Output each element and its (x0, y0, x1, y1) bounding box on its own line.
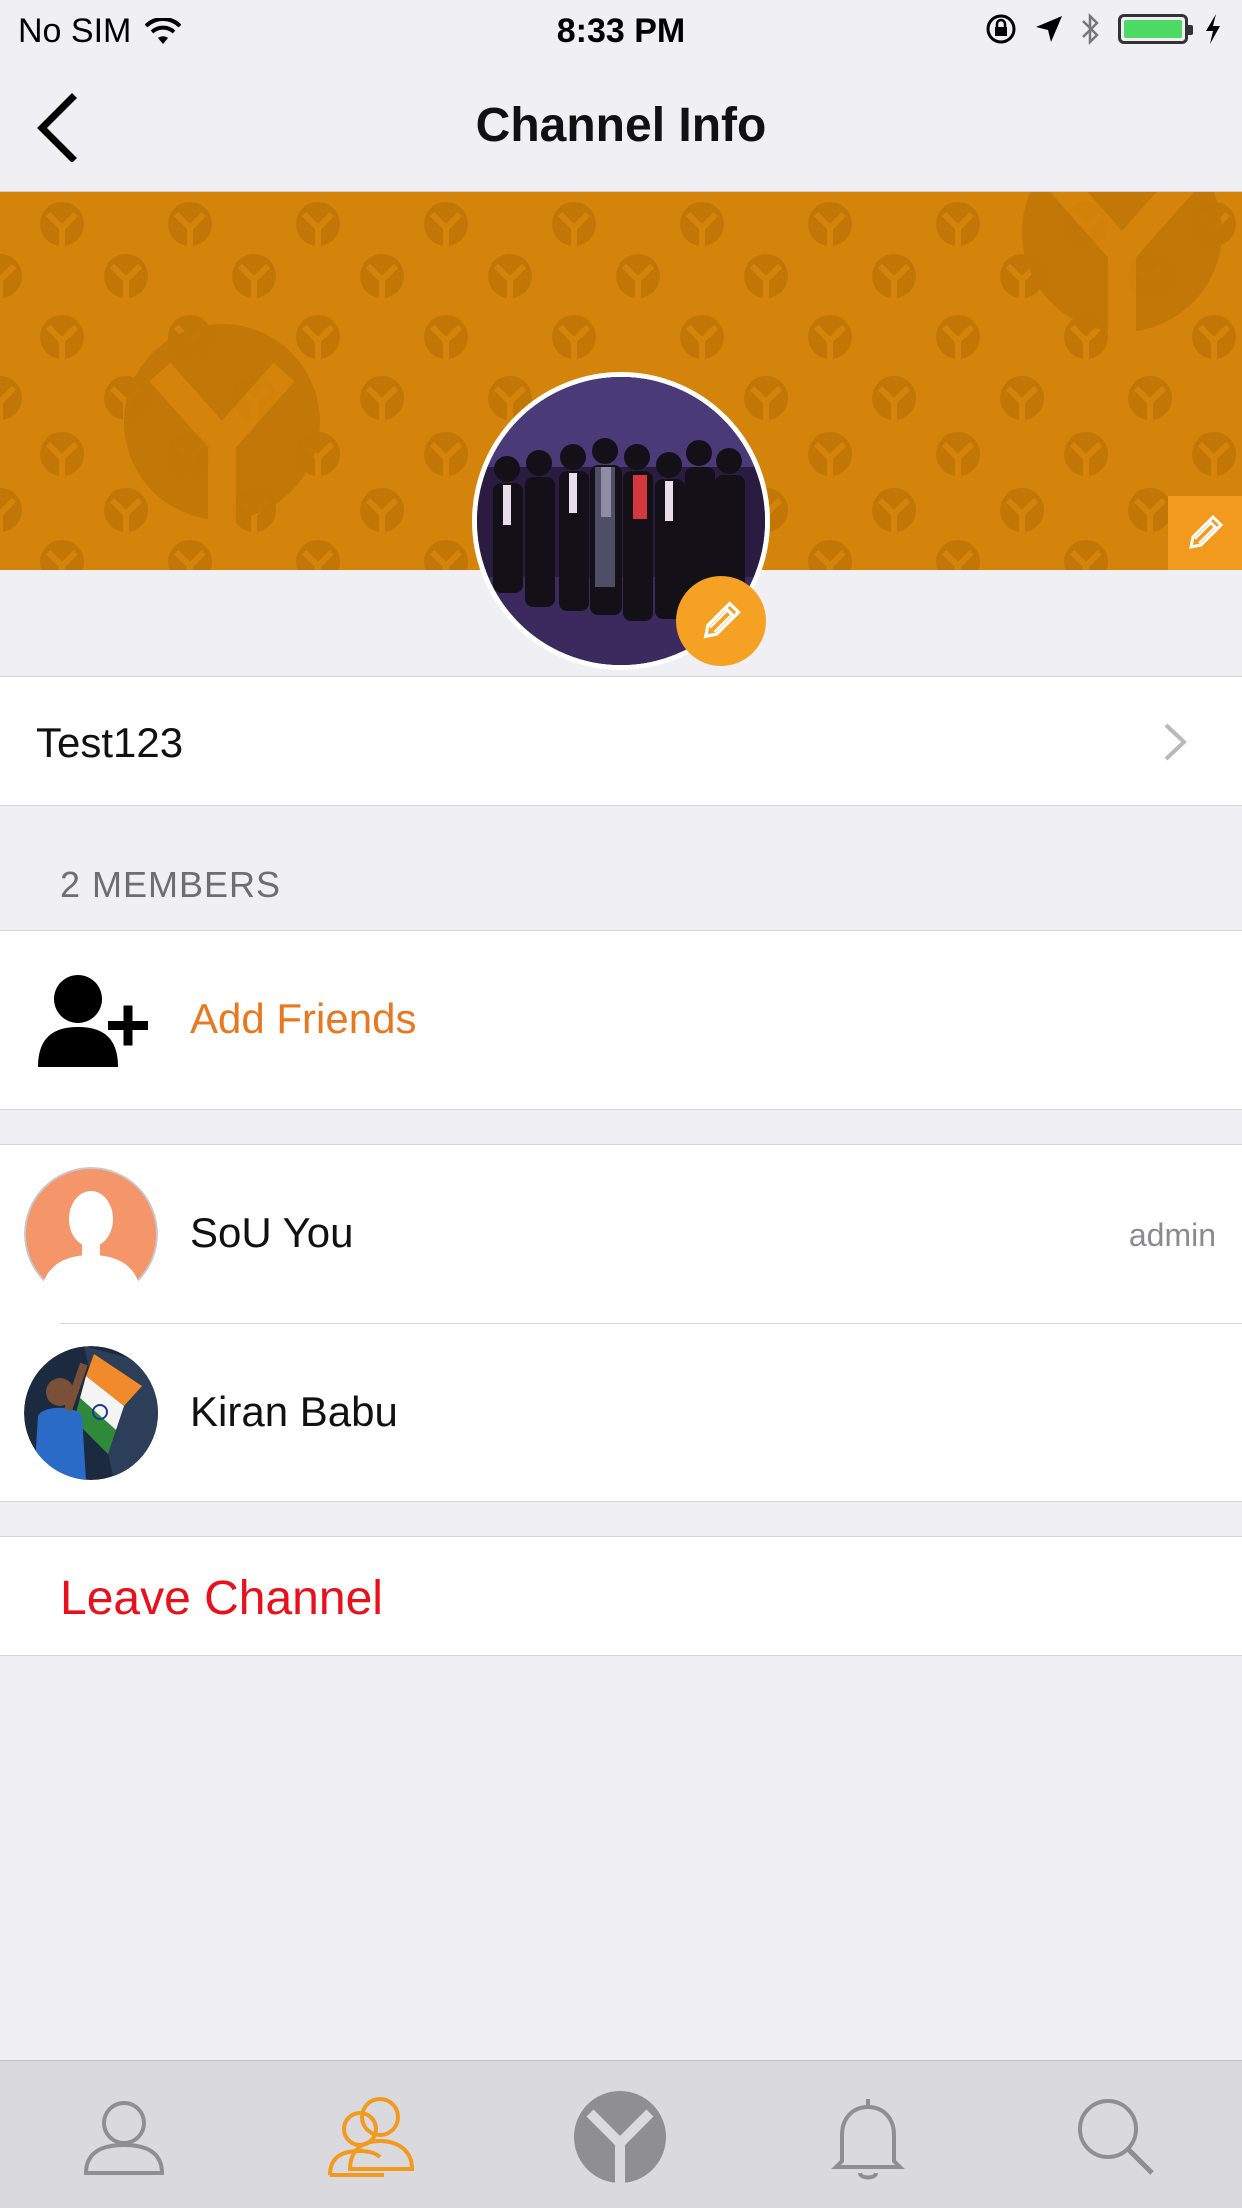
tab-search[interactable] (1068, 2089, 1164, 2185)
edit-avatar-button[interactable] (676, 576, 766, 666)
member-name: SoU You (190, 1209, 354, 1256)
tab-notifications[interactable] (820, 2089, 916, 2185)
location-arrow-icon (1036, 16, 1062, 42)
add-friends-label: Add Friends (190, 995, 417, 1042)
members-list: SoU You admin Kiran Babu (0, 1144, 1242, 1502)
leave-channel-button[interactable]: Leave Channel (0, 1536, 1242, 1656)
add-friends-button[interactable]: Add Friends (0, 930, 1242, 1110)
member-row[interactable]: SoU You admin (0, 1145, 1242, 1324)
status-right (984, 12, 1222, 46)
member-role-badge: admin (1128, 1217, 1216, 1253)
channel-name-row[interactable]: Test123 (0, 676, 1242, 806)
edit-cover-button[interactable] (1168, 496, 1242, 570)
page-title: Channel Info (475, 99, 767, 152)
tab-profile[interactable] (76, 2089, 172, 2185)
navigation-bar: Channel Info (0, 62, 1242, 192)
status-bar: No SIM 8:33 PM (0, 0, 1242, 62)
default-avatar-icon (24, 1167, 158, 1301)
avatar (24, 1346, 158, 1480)
battery-icon (1118, 14, 1193, 44)
avatar (24, 1167, 158, 1301)
pencil-icon (703, 601, 741, 639)
chevron-right-icon (1164, 723, 1187, 761)
leave-channel-label: Leave Channel (60, 1572, 383, 1625)
member-name: Kiran Babu (190, 1388, 398, 1435)
search-icon (1078, 2099, 1154, 2175)
member-photo (24, 1346, 158, 1480)
members-count-header: 2 MEMBERS (60, 864, 282, 905)
profile-icon (83, 2101, 165, 2175)
add-user-icon (38, 975, 148, 1067)
member-row[interactable]: Kiran Babu (0, 1324, 1242, 1502)
channel-name: Test123 (36, 719, 184, 766)
home-logo-icon (574, 2091, 666, 2183)
battery-fill (1124, 20, 1182, 38)
tab-home[interactable] (572, 2089, 668, 2185)
channels-icon (328, 2097, 415, 2177)
tab-bar (0, 2060, 1242, 2208)
tab-channels[interactable] (324, 2089, 420, 2185)
charging-bolt-icon (1206, 14, 1220, 44)
bluetooth-icon (1082, 12, 1099, 46)
notifications-icon (831, 2099, 905, 2180)
orientation-lock-icon (986, 14, 1016, 44)
pencil-icon (1189, 514, 1224, 549)
